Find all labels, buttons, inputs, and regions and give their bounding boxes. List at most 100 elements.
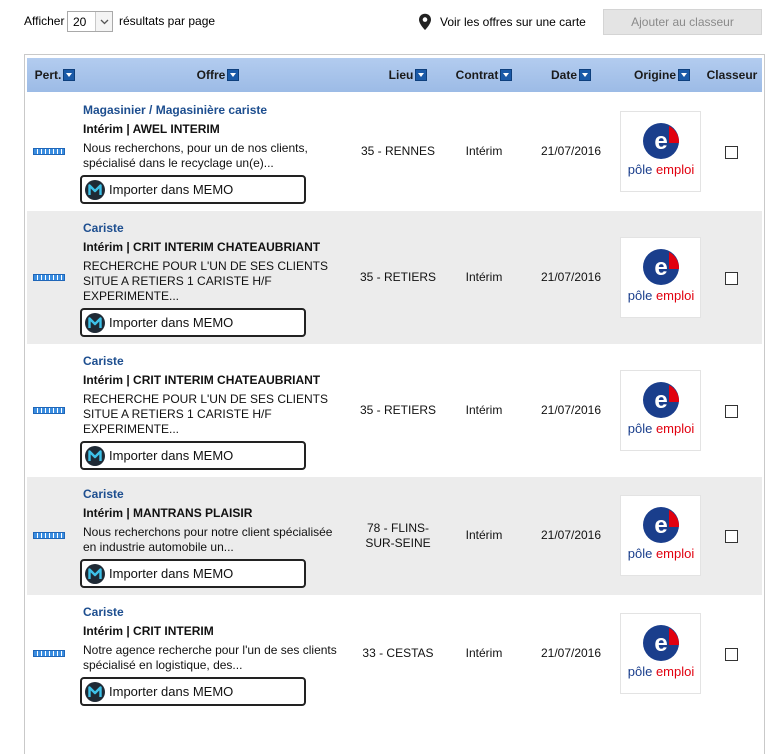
logo-text-pole: pôle <box>628 421 653 436</box>
per-page-value: 20 <box>73 15 87 29</box>
column-header-offer[interactable]: Offre <box>83 58 353 92</box>
column-header-date[interactable]: Date <box>531 58 611 92</box>
add-to-folder-checkbox[interactable] <box>725 530 738 543</box>
sort-arrow-icon[interactable] <box>500 69 513 81</box>
column-header-label: Contrat <box>455 68 499 82</box>
svg-text:pôle emploi: pôle emploi <box>628 664 695 679</box>
pole-emploi-logo: e pôle emploi <box>620 111 701 192</box>
per-page-select[interactable]: 20 <box>67 11 113 32</box>
add-to-folder-checkbox[interactable] <box>725 405 738 418</box>
offer-title-link[interactable]: Cariste <box>83 487 124 501</box>
add-to-folder-checkbox[interactable] <box>725 272 738 285</box>
column-header-label: Classeur <box>706 68 758 82</box>
memo-logo-icon <box>85 681 105 702</box>
pole-emploi-logo-icon: e pôle emploi <box>628 625 695 679</box>
offer-title-link[interactable]: Cariste <box>83 605 124 619</box>
sort-arrow-icon[interactable] <box>415 69 428 81</box>
offer-description: Notre agence recherche pour l'un de ses … <box>83 643 353 673</box>
offer-date: 21/07/2016 <box>540 144 602 158</box>
location-line: 78 - FLINS- <box>366 521 429 535</box>
offer-company: Intérim | CRIT INTERIM CHATEAUBRIANT <box>83 240 321 254</box>
description-line: SITUE A RETIERS 1 CARISTE H/F <box>83 274 272 288</box>
location-line: 35 - RETIERS <box>359 403 437 417</box>
pole-emploi-logo-icon: epôle emploi <box>628 123 694 177</box>
sort-arrow-icon[interactable] <box>579 69 591 81</box>
map-view-link[interactable]: Voir les offres sur une carte <box>418 12 586 32</box>
import-memo-button[interactable]: Importer dans MEMO <box>80 441 306 470</box>
offer-title-link[interactable]: Cariste <box>83 354 124 368</box>
offer-contract: Intérim <box>465 646 503 660</box>
offer-description: Nous recherchons, pour un de nos clients… <box>83 141 353 171</box>
memo-logo-icon <box>85 445 105 466</box>
description-line: en industrie automobile un... <box>83 540 234 554</box>
offer-description: RECHERCHE POUR L'UN DE SES CLIENTS SITUE … <box>83 392 353 437</box>
memo-logo-icon <box>85 179 105 200</box>
offer-date: 21/07/2016 <box>540 403 602 417</box>
logo-text-emploi: emploi <box>656 664 694 679</box>
import-memo-button[interactable]: Importer dans MEMO <box>80 308 306 337</box>
results-per-page-label: résultats par page <box>119 14 216 28</box>
import-memo-label: Importer dans MEMO <box>109 448 234 463</box>
svg-text:e: e <box>654 387 667 414</box>
logo-text-emploi: emploi <box>656 288 694 303</box>
offer-contract: Intérim <box>465 144 503 158</box>
svg-text:e: e <box>654 512 667 539</box>
import-memo-button[interactable]: Importer dans MEMO <box>80 559 306 588</box>
svg-text:e: e <box>654 630 667 657</box>
offer-company: Intérim | CRIT INTERIM <box>83 624 214 638</box>
offer-location: 35 - RENNES <box>353 144 443 159</box>
add-to-folder-button[interactable]: Ajouter au classeur <box>603 9 762 35</box>
import-memo-button[interactable]: Importer dans MEMO <box>80 175 306 204</box>
column-header-label: Pert. <box>34 68 62 82</box>
import-memo-button[interactable]: Importer dans MEMO <box>80 677 306 706</box>
logo-text-emploi: emploi <box>656 421 694 436</box>
import-memo-label: Importer dans MEMO <box>109 182 234 197</box>
pole-emploi-logo: e pôle emploi <box>620 495 701 576</box>
memo-logo-icon <box>85 312 105 333</box>
results-table-header: Pert. Offre Lieu Contrat Date Origine Cl… <box>27 58 762 92</box>
logo-text-pole: pôle <box>628 546 653 561</box>
offer-description: RECHERCHE POUR L'UN DE SES CLIENTS SITUE … <box>83 259 353 304</box>
offer-title-link[interactable]: Cariste <box>83 221 124 235</box>
description-line: RECHERCHE POUR L'UN DE SES CLIENTS <box>83 392 329 406</box>
offer-contract: Intérim <box>465 528 503 542</box>
offer-contract: Intérim <box>465 403 503 417</box>
sort-arrow-icon[interactable] <box>678 69 690 81</box>
logo-text-pole: pôle <box>628 162 653 177</box>
sort-arrow-icon[interactable] <box>63 69 76 81</box>
map-pin-icon <box>419 13 431 31</box>
import-memo-label: Importer dans MEMO <box>109 566 234 581</box>
column-header-pertinence[interactable]: Pert. <box>27 58 83 92</box>
svg-text:e: e <box>654 128 667 155</box>
table-row: Cariste Intérim | CRIT INTERIM CHATEAUBRI… <box>27 211 762 344</box>
pertinence-bar-icon <box>33 407 65 414</box>
map-link-label: Voir les offres sur une carte <box>440 15 586 29</box>
pole-emploi-logo-icon: epôle emploi <box>628 382 695 436</box>
column-header-contract[interactable]: Contrat <box>444 58 524 92</box>
pertinence-bar-icon <box>33 650 65 657</box>
column-header-label: Lieu <box>388 68 414 82</box>
svg-text:e: e <box>654 254 667 281</box>
pertinence-bar-icon <box>33 274 65 281</box>
offer-location: 35 - RETIERS <box>353 270 443 285</box>
add-to-folder-checkbox[interactable] <box>725 146 738 159</box>
svg-text:pôle emploi: pôle emploi <box>628 546 695 561</box>
table-row: Cariste Intérim | MANTRANS PLAISIR Nous re… <box>27 477 762 595</box>
offer-title-link[interactable]: Magasinier / Magasinière cariste <box>83 103 267 117</box>
add-to-folder-checkbox[interactable] <box>725 648 738 661</box>
import-memo-label: Importer dans MEMO <box>109 684 234 699</box>
pole-emploi-logo-icon: e pôle emploi <box>628 507 695 561</box>
description-line: Nous recherchons, pour un de nos clients… <box>83 141 308 155</box>
offer-description: Nous recherchons pour notre client spéci… <box>83 525 353 555</box>
column-header-origin[interactable]: Origine <box>619 58 705 92</box>
offer-date: 21/07/2016 <box>540 646 602 660</box>
pole-emploi-logo-icon: epôle emploi <box>628 249 694 303</box>
pertinence-bar-icon <box>33 532 65 539</box>
offer-contract: Intérim <box>465 270 503 284</box>
offer-company: Intérim | CRIT INTERIM CHATEAUBRIANT <box>83 373 321 387</box>
sort-arrow-icon[interactable] <box>227 69 240 81</box>
svg-text:pôle emploi: pôle emploi <box>628 421 695 436</box>
location-line: SUR-SEINE <box>365 536 431 550</box>
description-line: EXPERIMENTE... <box>83 289 180 303</box>
pertinence-bar-icon <box>33 148 65 155</box>
